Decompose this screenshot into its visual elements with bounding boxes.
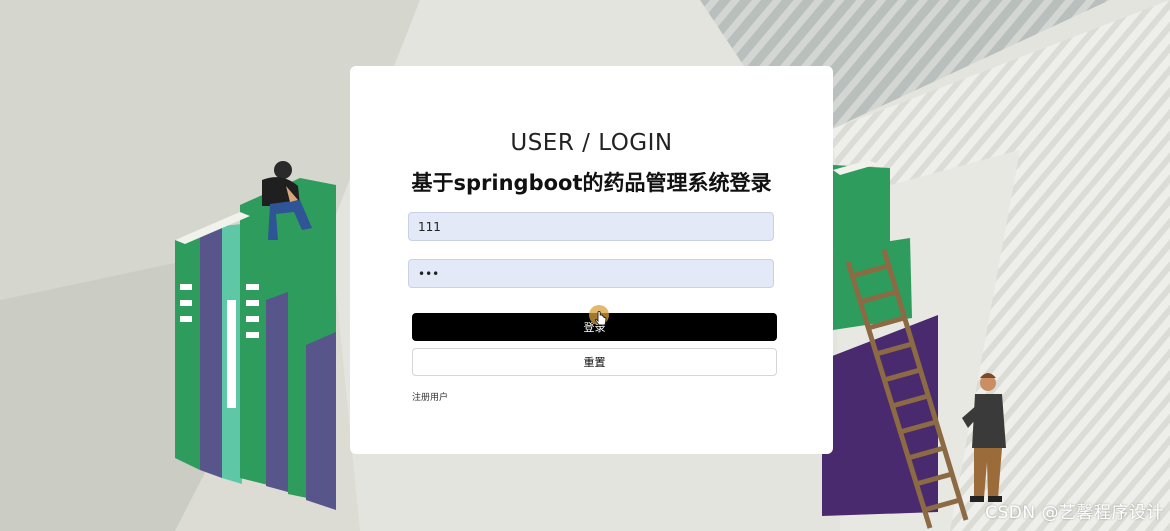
book — [833, 165, 890, 250]
book-label — [246, 332, 259, 338]
book-label — [227, 300, 236, 408]
login-heading: USER / LOGIN — [510, 130, 673, 156]
username-input[interactable] — [408, 212, 774, 241]
system-title: 基于springboot的药品管理系统登录 — [411, 171, 772, 195]
book — [175, 230, 200, 470]
book-label — [180, 316, 192, 322]
register-link[interactable]: 注册用户 — [412, 390, 448, 403]
login-card: USER / LOGIN 基于springboot的药品管理系统登录 登录 重置… — [350, 66, 833, 454]
hand-cursor-icon — [589, 305, 609, 326]
password-input[interactable] — [408, 259, 774, 288]
book — [200, 226, 222, 478]
book-label — [246, 316, 259, 322]
book-label — [180, 300, 192, 306]
book — [306, 332, 336, 510]
csdn-watermark: CSDN @艺馨程序设计 — [985, 503, 1164, 523]
book — [266, 292, 288, 492]
book-label — [180, 284, 192, 290]
book — [833, 238, 912, 330]
book-label — [246, 300, 259, 306]
reset-button[interactable]: 重置 — [412, 348, 777, 376]
book-label — [246, 284, 259, 290]
